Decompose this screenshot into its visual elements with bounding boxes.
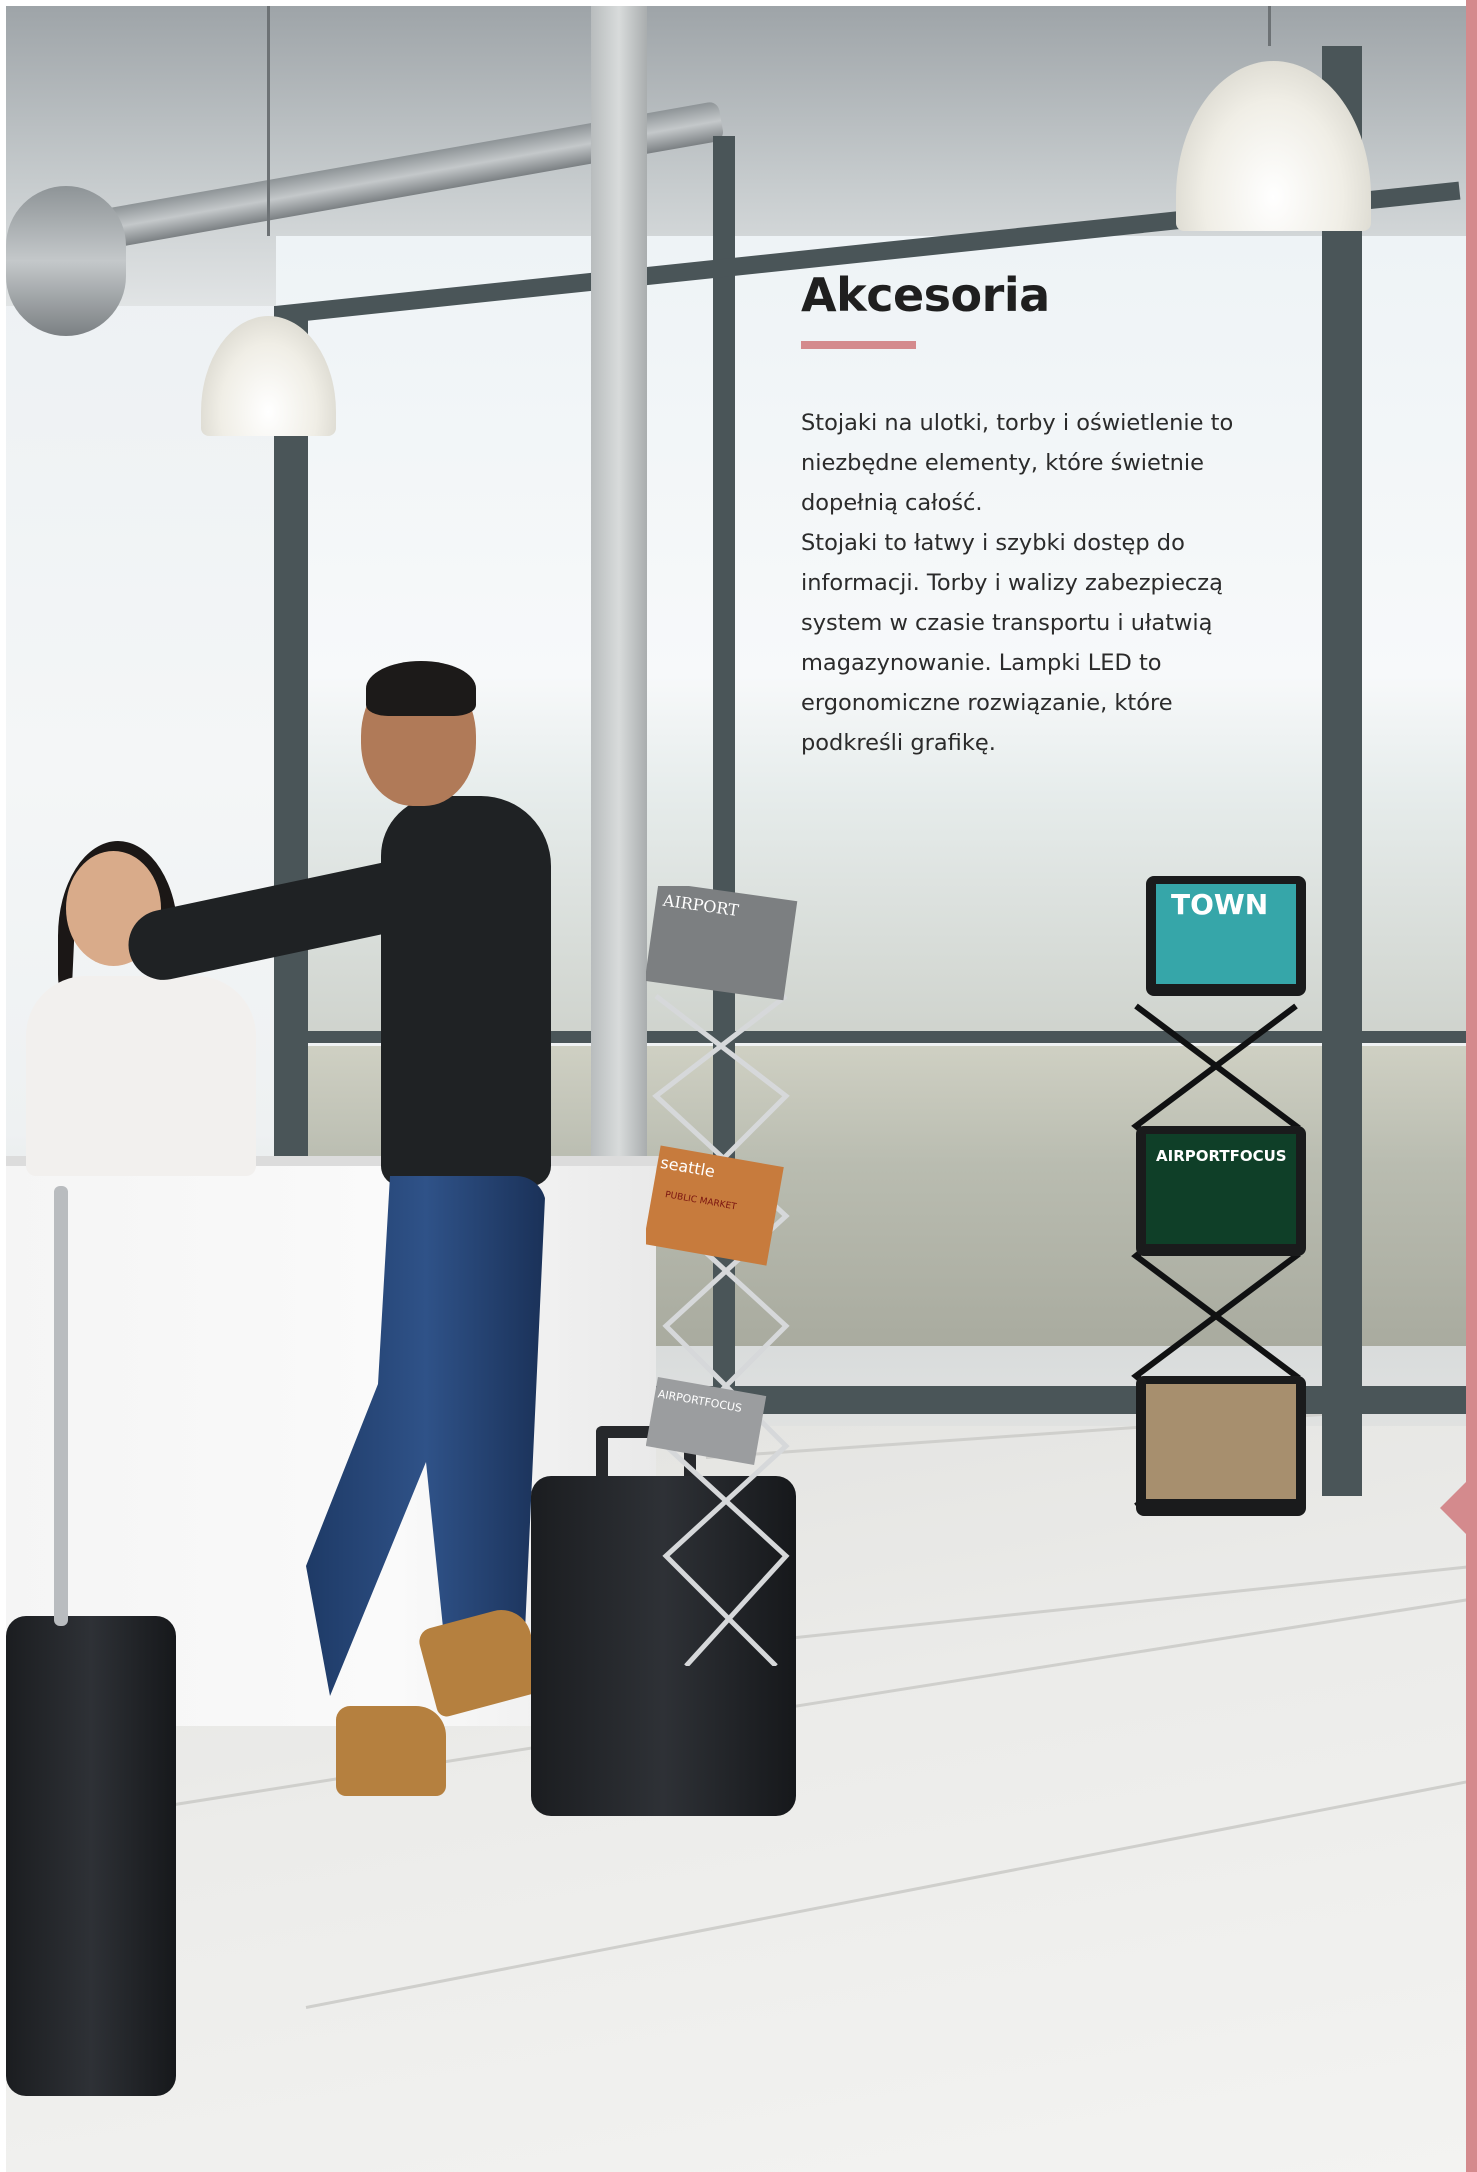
accent-strip [1466,0,1477,2172]
agent-body [26,976,256,1176]
traveler-torso [381,796,551,1186]
ceiling-duct [6,186,126,336]
text-panel: Akcesoria Stojaki na ulotki, torby i ośw… [801,268,1261,763]
brochure-page: AIRPORT seattle PUBLIC MARKET AIRPORTFOC… [0,0,1477,2172]
body-line: Stojaki na ulotki, torby i oświetlenie t… [801,410,1234,437]
body-line: Stojaki to łatwy i szybki dostęp do [801,530,1185,557]
magazine-title: AIRPORTFOCUS [1156,1147,1287,1165]
traveler-boot [336,1706,446,1796]
window-frame [1322,46,1362,1496]
accent-notch [1440,1480,1468,1536]
brochure-stand-white: AIRPORT seattle PUBLIC MARKET AIRPORTFOC… [646,886,798,1666]
body-line: informacji. Torby i walizy zabezpieczą [801,570,1223,597]
suitcase [6,1616,176,2096]
lamp-cord [1268,6,1271,46]
body-line: ergonomiczne rozwiązanie, które [801,690,1173,717]
traveler-hair [366,661,476,716]
brochure-stand-black: TOWN AIRPORTFOCUS [1131,876,1306,1516]
body-line: system w czasie transportu i ułatwią [801,610,1213,637]
body-line: podkreśli grafikę. [801,730,996,757]
heading-underline [801,341,916,350]
body-line: niezbędne elementy, które świetnie [801,450,1204,477]
body-line: dopełnią całość. [801,490,983,517]
suitcase-handle [54,1186,68,1626]
body-paragraph: Stojaki na ulotki, torby i oświetlenie t… [801,403,1261,763]
body-line: magazynowanie. Lampki LED to [801,650,1162,677]
page-heading: Akcesoria [801,268,1050,322]
magazine-title: TOWN [1171,888,1268,921]
lamp-cord [267,6,270,236]
